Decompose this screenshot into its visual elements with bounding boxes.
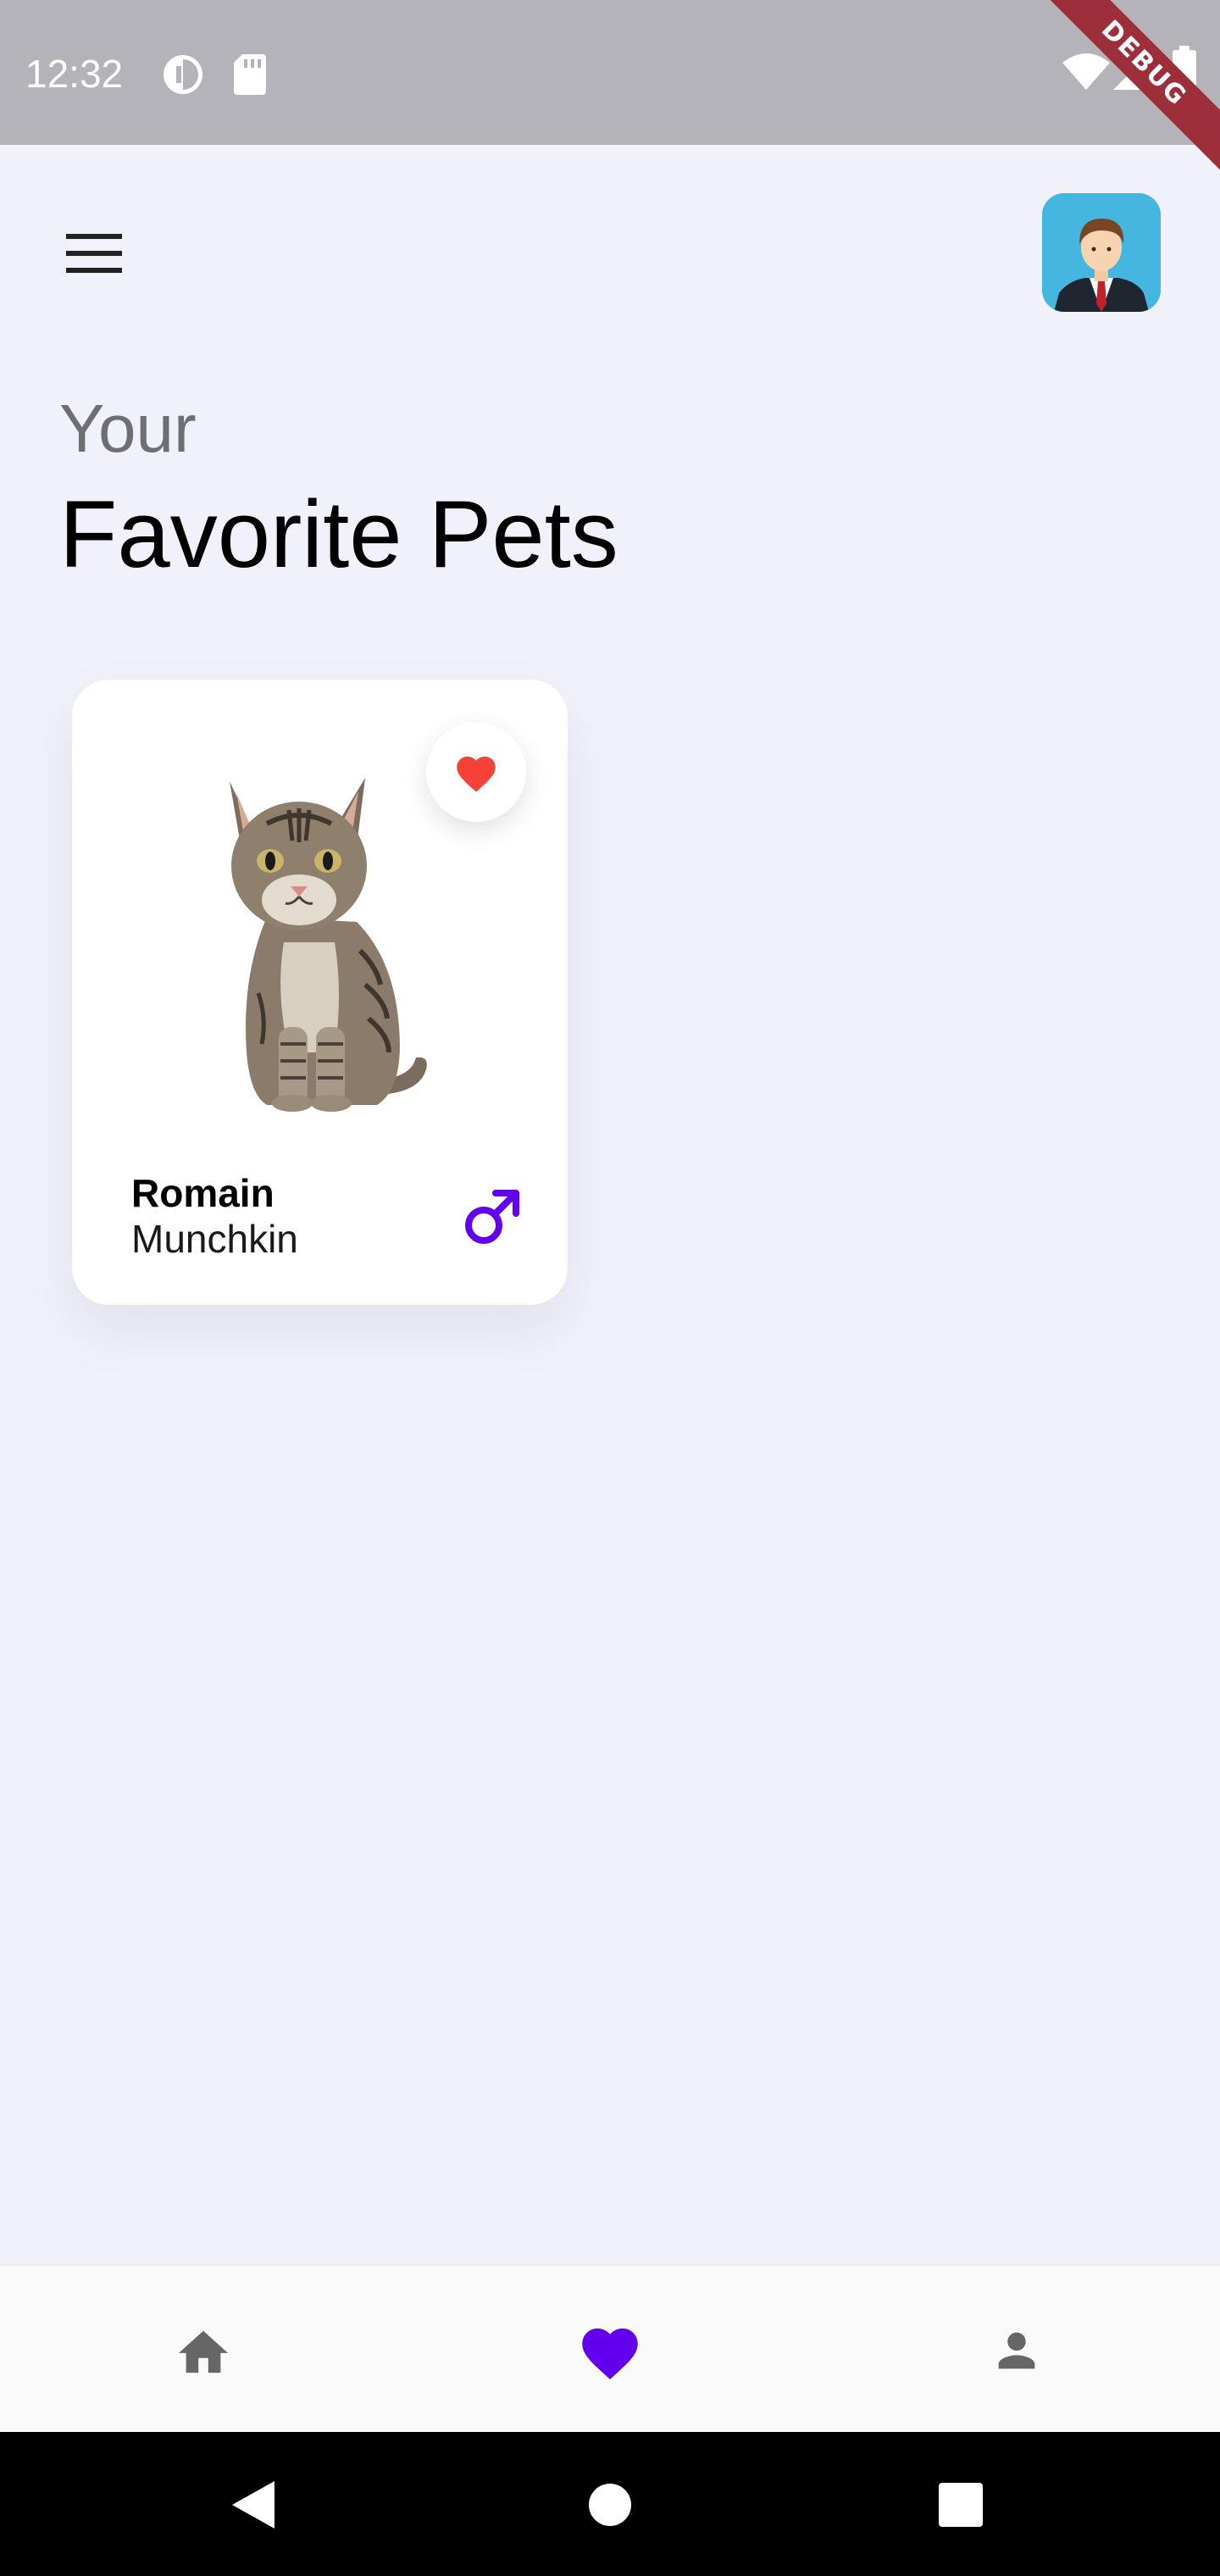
status-bar: 12:32 bbox=[0, 0, 1220, 145]
pet-name: Romain bbox=[131, 1171, 274, 1215]
data-saver-icon bbox=[164, 55, 202, 94]
businessman-avatar-icon bbox=[1042, 193, 1161, 312]
back-icon[interactable] bbox=[230, 2479, 276, 2530]
pet-image bbox=[230, 778, 427, 1112]
heart-icon bbox=[457, 756, 496, 792]
sd-card-icon bbox=[234, 54, 266, 95]
person-icon bbox=[998, 2332, 1035, 2369]
favorite-button[interactable] bbox=[426, 722, 526, 822]
greeting-text: Your bbox=[59, 391, 197, 466]
system-navigation-bar bbox=[0, 2432, 1220, 2576]
status-time: 12:32 bbox=[25, 52, 124, 96]
avatar[interactable] bbox=[1042, 193, 1161, 312]
male-icon bbox=[465, 1190, 519, 1244]
home-icon bbox=[178, 2330, 229, 2373]
nav-home[interactable] bbox=[169, 2317, 237, 2384]
pet-breed: Munchkin bbox=[131, 1217, 298, 1261]
nav-favorites[interactable] bbox=[576, 2317, 644, 2384]
nav-profile[interactable] bbox=[983, 2317, 1051, 2384]
page-title: Favorite Pets bbox=[59, 481, 618, 587]
pet-card[interactable]: Romain Munchkin bbox=[72, 680, 568, 1305]
heart-icon bbox=[582, 2328, 638, 2379]
home-circle-icon[interactable] bbox=[588, 2483, 632, 2527]
wifi-icon bbox=[1062, 53, 1110, 90]
bottom-navigation bbox=[0, 2264, 1220, 2434]
recents-square-icon[interactable] bbox=[939, 2483, 983, 2527]
menu-icon[interactable] bbox=[66, 232, 122, 275]
